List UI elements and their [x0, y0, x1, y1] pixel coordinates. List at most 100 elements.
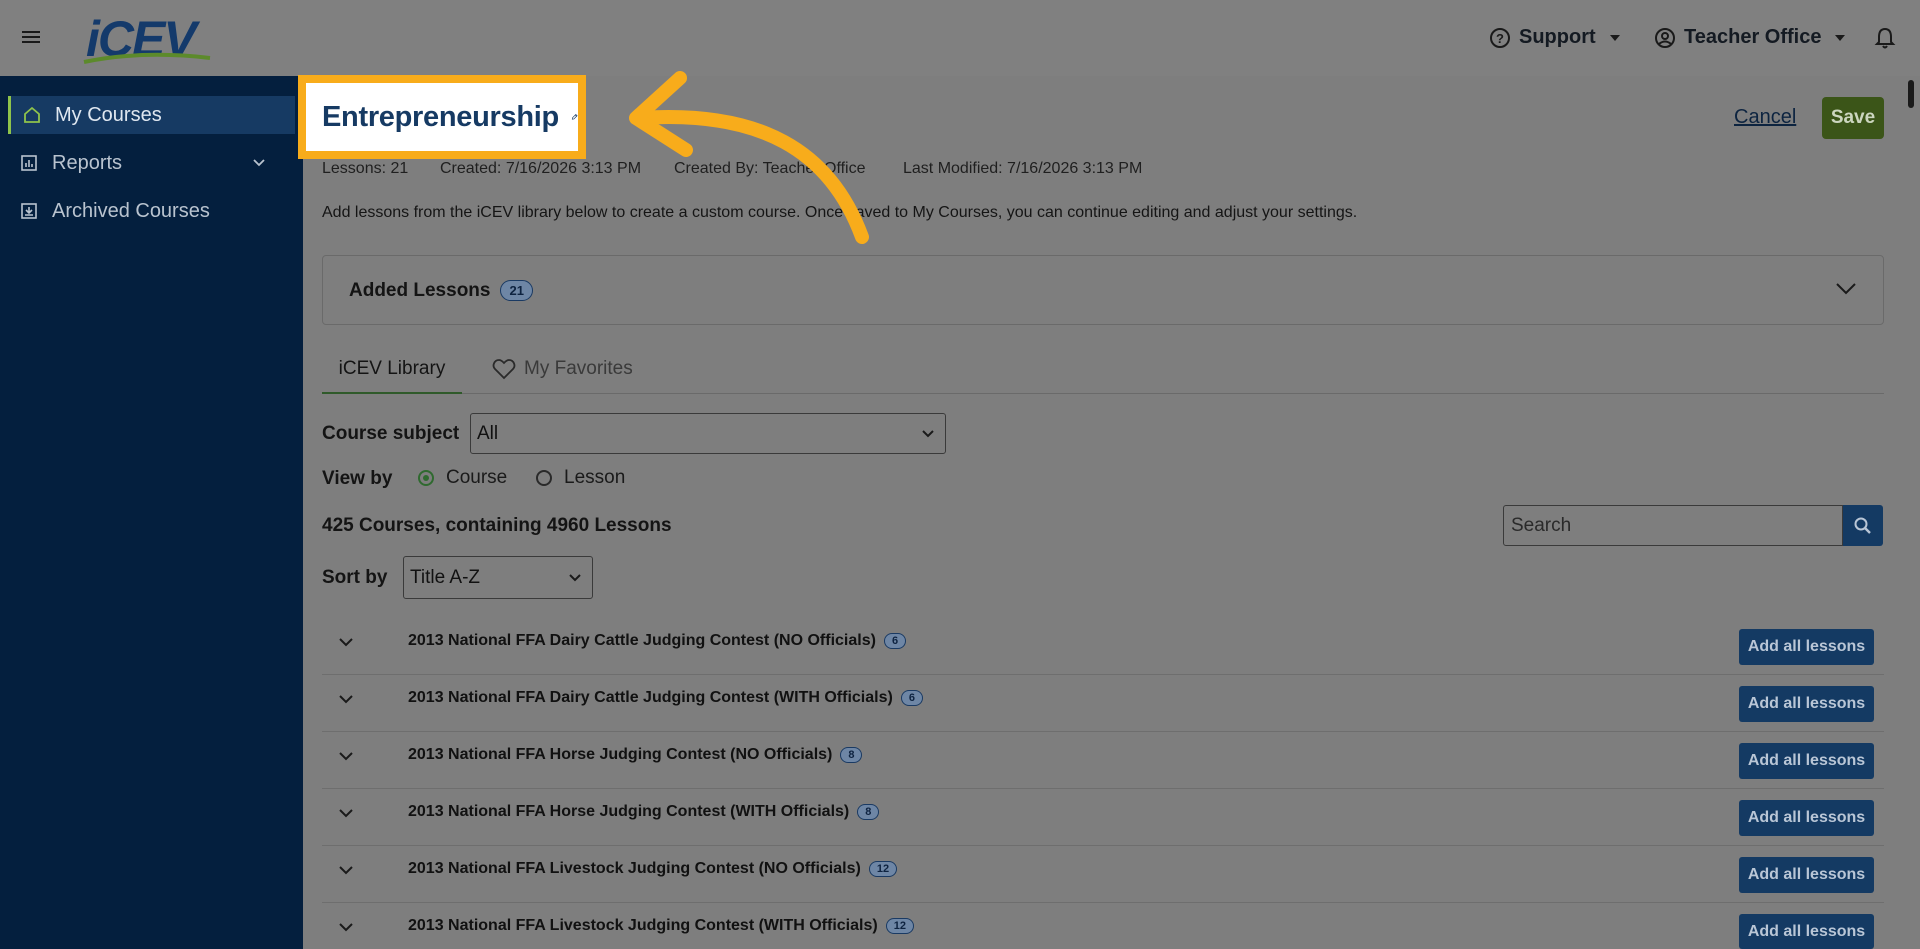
- radio-checked-icon: [418, 470, 434, 486]
- course-title-text: 2013 National FFA Dairy Cattle Judging C…: [408, 632, 876, 649]
- chevron-down-icon: [569, 573, 581, 581]
- chevron-down-icon[interactable]: [338, 808, 354, 818]
- sidebar-item-archived-courses[interactable]: Archived Courses: [8, 192, 292, 230]
- view-by-lesson-radio[interactable]: Lesson: [536, 467, 625, 489]
- course-title-heading: Entrepreneurship: [322, 100, 559, 133]
- chevron-down-icon[interactable]: [338, 751, 354, 761]
- course-row: 2013 National FFA Dairy Cattle Judging C…: [322, 674, 1884, 732]
- chevron-down-icon: [922, 429, 934, 437]
- chevron-down-icon: [253, 159, 265, 167]
- added-lessons-accordion[interactable]: Added Lessons 21: [322, 255, 1884, 325]
- radio-label: Course: [446, 467, 508, 488]
- support-menu[interactable]: ? Support: [1489, 26, 1620, 49]
- pencil-edit-icon[interactable]: [571, 106, 578, 128]
- menu-icon[interactable]: [22, 28, 46, 48]
- course-title-text: 2013 National FFA Livestock Judging Cont…: [408, 860, 861, 877]
- added-lessons-label: Added Lessons: [349, 280, 491, 301]
- results-summary: 425 Courses, containing 4960 Lessons: [322, 515, 672, 536]
- account-label: Teacher Office: [1684, 26, 1822, 48]
- course-title: 2013 National FFA Livestock Judging Cont…: [408, 860, 898, 878]
- course-subject-label: Course subject: [322, 423, 460, 444]
- course-title: 2013 National FFA Horse Judging Contest …: [408, 803, 880, 821]
- course-title-text: 2013 National FFA Dairy Cattle Judging C…: [408, 689, 893, 706]
- course-title-text: 2013 National FFA Livestock Judging Cont…: [408, 917, 878, 934]
- tab-icev-library[interactable]: iCEV Library: [322, 358, 462, 394]
- add-all-lessons-button[interactable]: Add all lessons: [1739, 743, 1874, 779]
- chevron-down-icon: [1835, 34, 1846, 41]
- chevron-down-icon[interactable]: [1835, 282, 1857, 296]
- tab-my-favorites[interactable]: My Favorites: [492, 358, 633, 380]
- course-row: 2013 National FFA Horse Judging Contest …: [322, 731, 1884, 789]
- lesson-count-badge: 12: [885, 917, 914, 934]
- lesson-count-badge: 8: [840, 746, 863, 763]
- top-bar: iCEV ? Support Teacher Office: [0, 0, 1920, 76]
- search-button[interactable]: [1843, 505, 1883, 546]
- svg-text:?: ?: [1496, 31, 1504, 46]
- course-description: Add lessons from the iCEV library below …: [322, 204, 1358, 221]
- search-icon: [1854, 517, 1871, 534]
- sidebar-item-my-courses[interactable]: My Courses: [8, 96, 295, 134]
- course-title: 2013 National FFA Livestock Judging Cont…: [408, 917, 914, 935]
- view-by-course-radio[interactable]: Course: [418, 467, 507, 489]
- radio-label: Lesson: [564, 467, 626, 488]
- search-input[interactable]: Search: [1503, 505, 1843, 546]
- sidebar-item-label: Reports: [52, 151, 123, 174]
- added-lessons-header: Added Lessons 21: [349, 280, 533, 302]
- course-row: 2013 National FFA Horse Judging Contest …: [322, 788, 1884, 846]
- scrollbar-thumb[interactable]: [1908, 80, 1914, 108]
- logo-swoosh: [83, 52, 211, 64]
- chevron-down-icon[interactable]: [338, 694, 354, 704]
- search-placeholder: Search: [1511, 514, 1572, 536]
- sidebar-item-label: My Courses: [55, 103, 162, 126]
- home-icon: [24, 106, 40, 123]
- bell-icon[interactable]: [1874, 26, 1896, 50]
- lesson-count-badge: 8: [857, 803, 880, 820]
- created-meta: Created: 7/16/2026 3:13 PM: [440, 160, 642, 177]
- icev-logo[interactable]: iCEV: [82, 11, 212, 67]
- chevron-down-icon[interactable]: [338, 637, 354, 647]
- course-subject-value: All: [477, 422, 499, 444]
- heart-icon: [492, 359, 516, 380]
- course-title: 2013 National FFA Dairy Cattle Judging C…: [408, 632, 907, 650]
- bar-chart-icon: [21, 155, 37, 171]
- sort-by-label: Sort by: [322, 567, 388, 588]
- user-circle-icon: [1655, 27, 1675, 48]
- lesson-count-badge: 12: [868, 860, 898, 877]
- lesson-count-badge: 6: [900, 689, 923, 706]
- add-all-lessons-button[interactable]: Add all lessons: [1739, 686, 1874, 722]
- course-title-highlight: Entrepreneurship: [298, 75, 586, 159]
- sidebar-item-label: Archived Courses: [52, 199, 210, 222]
- library-tabs: iCEV Library My Favorites: [322, 346, 1884, 394]
- add-all-lessons-button[interactable]: Add all lessons: [1739, 629, 1874, 665]
- course-title-text: 2013 National FFA Horse Judging Contest …: [408, 746, 833, 763]
- sidebar: My Courses Reports Archived Courses: [0, 76, 303, 949]
- course-row: 2013 National FFA Livestock Judging Cont…: [322, 845, 1884, 903]
- support-label: Support: [1519, 26, 1596, 48]
- view-by-label: View by: [322, 468, 393, 489]
- add-all-lessons-button[interactable]: Add all lessons: [1739, 914, 1874, 949]
- tab-label: My Favorites: [524, 358, 633, 379]
- chevron-down-icon[interactable]: [338, 865, 354, 875]
- add-all-lessons-button[interactable]: Add all lessons: [1739, 800, 1874, 836]
- archive-icon: [21, 203, 37, 219]
- course-title-text: 2013 National FFA Horse Judging Contest …: [408, 803, 850, 820]
- chevron-down-icon: [1609, 34, 1620, 41]
- sort-by-select[interactable]: Title A-Z: [403, 556, 593, 599]
- save-button[interactable]: Save: [1822, 97, 1884, 139]
- chevron-down-icon[interactable]: [338, 922, 354, 932]
- course-title: 2013 National FFA Dairy Cattle Judging C…: [408, 689, 923, 707]
- cancel-button[interactable]: Cancel: [1734, 106, 1796, 129]
- radio-unchecked-icon: [536, 470, 552, 486]
- account-menu[interactable]: Teacher Office: [1654, 26, 1846, 49]
- added-lessons-count-badge: 21: [500, 280, 533, 302]
- last-modified-meta: Last Modified: 7/16/2026 3:13 PM: [903, 160, 1143, 177]
- sidebar-item-reports[interactable]: Reports: [8, 144, 292, 182]
- lessons-count-meta: Lessons: 21: [322, 160, 409, 177]
- created-by-meta: Created By: Teacher Office: [674, 160, 866, 177]
- course-row: 2013 National FFA Dairy Cattle Judging C…: [322, 617, 1884, 675]
- course-title: 2013 National FFA Horse Judging Contest …: [408, 746, 863, 764]
- sort-by-value: Title A-Z: [410, 566, 481, 588]
- help-circle-icon: ?: [1490, 27, 1510, 48]
- add-all-lessons-button[interactable]: Add all lessons: [1739, 857, 1874, 893]
- course-subject-select[interactable]: All: [470, 413, 946, 454]
